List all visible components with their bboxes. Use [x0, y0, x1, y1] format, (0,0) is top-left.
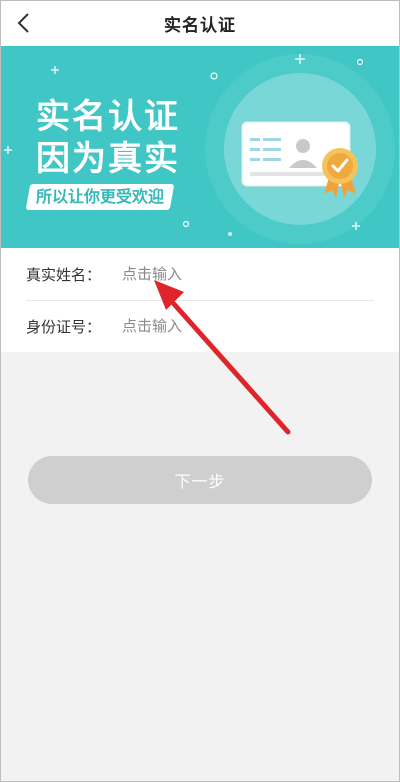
name-row: 真实姓名： — [26, 248, 374, 301]
banner-tagline: 所以让你更受欢迎 — [25, 184, 175, 210]
name-label: 真实姓名： — [26, 265, 102, 284]
banner: 实名认证 因为真实 所以让你更受欢迎 — [0, 46, 400, 248]
nav-bar: 实名认证 — [0, 0, 400, 46]
id-row: 身份证号： — [26, 300, 374, 352]
page-title: 实名认证 — [164, 15, 236, 36]
banner-headline: 实名认证 因为真实 — [36, 96, 180, 180]
headline-line-1: 实名认证 — [36, 97, 180, 137]
next-step-button[interactable]: 下一步 — [28, 456, 372, 504]
id-number-input[interactable] — [122, 317, 322, 335]
real-name-input[interactable] — [122, 265, 322, 283]
tagline-text: 所以让你更受欢迎 — [36, 187, 165, 206]
headline-line-2: 因为真实 — [36, 139, 180, 179]
id-number-label: 身份证号： — [26, 317, 102, 336]
chevron-left-icon — [17, 13, 29, 33]
back-button[interactable] — [8, 8, 38, 38]
verification-form: 真实姓名： 身份证号： — [0, 248, 400, 352]
